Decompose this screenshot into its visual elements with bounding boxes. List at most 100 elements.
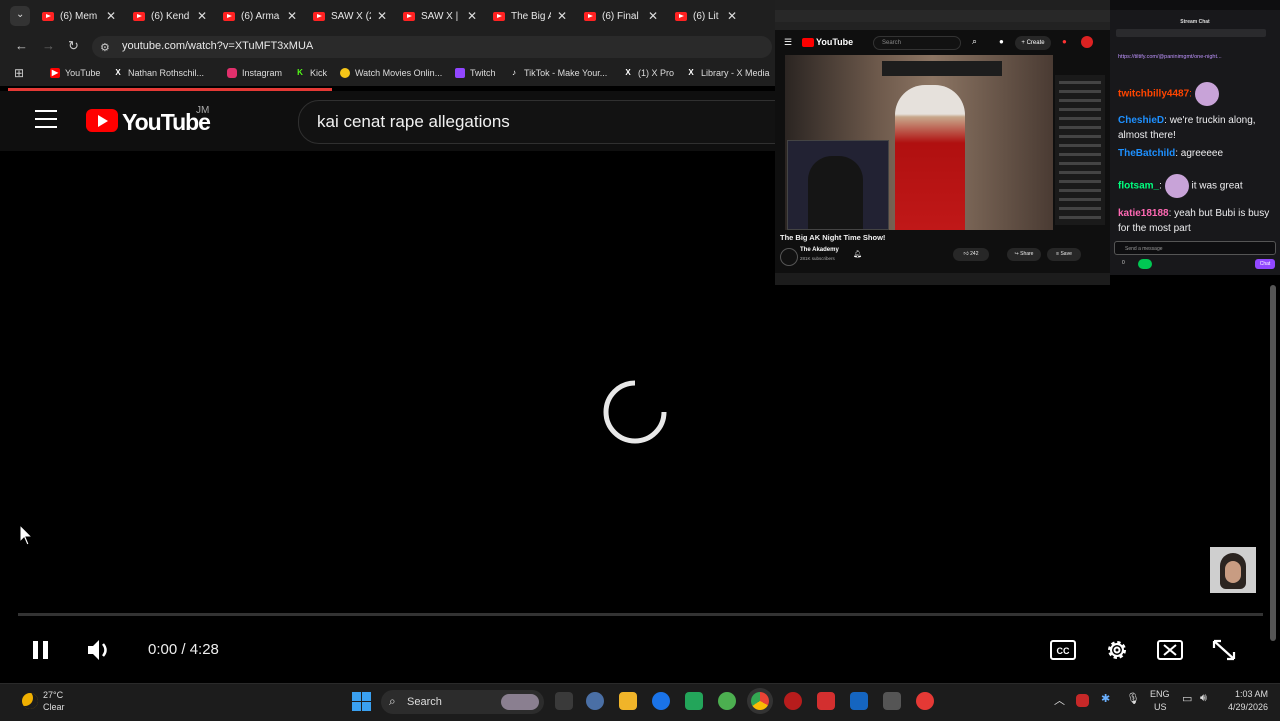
c-app-icon[interactable] — [652, 692, 670, 710]
bookmark-instagram[interactable]: Instagram — [227, 68, 282, 78]
chat-points-badge — [1138, 259, 1152, 269]
browser-tab[interactable]: SAW X (2 ✕ — [313, 4, 387, 28]
network-icon[interactable]: ▭ — [1182, 692, 1192, 705]
overlay-notification-icon: ● — [1062, 37, 1067, 46]
browser-tab[interactable]: (6) Final I ✕ — [584, 4, 658, 28]
browser-tab[interactable]: The Big A ✕ — [493, 4, 567, 28]
temperature[interactable]: 27°C — [43, 690, 63, 700]
chevron-down-icon: ⌄ — [16, 9, 25, 20]
settings-icon[interactable] — [586, 692, 604, 710]
overlay-video-title: The Big AK Night Time Show! — [780, 233, 886, 242]
editor-icon[interactable] — [883, 692, 901, 710]
weather-moon-icon[interactable] — [22, 693, 38, 709]
url-field[interactable]: ⚙ youtube.com/watch?v=XTuMFT3xMUA — [92, 36, 772, 58]
close-tab-icon[interactable]: ✕ — [287, 9, 297, 23]
taskbar-search[interactable]: ⌕ Search — [381, 690, 544, 714]
microphone-icon[interactable]: 🎙︎ — [1126, 692, 1140, 705]
bookmarks-bar: ⊞ ▶ YouTube X Nathan Rothschil... Instagra… — [0, 62, 775, 86]
volume-icon[interactable] — [86, 637, 114, 663]
menu-icon[interactable] — [35, 110, 57, 130]
apps-grid-icon[interactable]: ⊞ — [14, 66, 24, 80]
overlay-avatar — [1081, 36, 1093, 48]
clock-time[interactable]: 1:03 AM — [1228, 689, 1268, 699]
browser-tab[interactable]: (6) Mem ✕ — [42, 4, 116, 28]
search-highlight-icon — [501, 694, 539, 710]
bookmark-xpro[interactable]: X (1) X Pro — [623, 68, 674, 78]
x-icon: X — [625, 68, 631, 77]
youtube-favicon-icon — [42, 11, 54, 21]
overlay-browser-capture: ☰ YouTube Search ⌕ ● + Create ● The Big … — [775, 0, 1110, 285]
language-indicator[interactable]: ENG — [1150, 689, 1170, 699]
voicemeeter-icon[interactable] — [817, 692, 835, 710]
back-icon[interactable]: ← — [15, 38, 28, 53]
tab-search-dropdown[interactable]: ⌄ — [10, 6, 30, 26]
scrollbar[interactable] — [1270, 285, 1276, 641]
chrome-icon[interactable] — [751, 692, 769, 710]
bookmark-tiktok[interactable]: ♪ TikTok - Make Your... — [509, 68, 607, 78]
close-tab-icon[interactable]: ✕ — [727, 9, 737, 23]
instagram-icon — [227, 68, 237, 78]
tray-app-icon[interactable] — [1076, 694, 1089, 707]
miniplayer-icon[interactable] — [1156, 637, 1184, 663]
twitch-icon — [455, 68, 465, 78]
youtube-favicon-icon — [403, 11, 415, 21]
youtube-icon: ▶ — [50, 68, 60, 78]
region-indicator[interactable]: US — [1154, 702, 1167, 712]
video-progress-bar[interactable] — [18, 613, 1263, 616]
bookmark-library[interactable]: X Library - X Media — [686, 68, 769, 78]
record-app-icon[interactable] — [916, 692, 934, 710]
windows-start-icon[interactable] — [352, 692, 371, 711]
bookmark-twitch[interactable]: Twitch — [455, 68, 496, 78]
browser-tab[interactable]: SAW X | C✕ — [403, 4, 477, 28]
search-input[interactable]: kai cenat rape allegations — [298, 100, 790, 144]
site-info-icon[interactable]: ⚙ — [100, 41, 110, 54]
overlay-side-panel — [1055, 75, 1105, 225]
captions-icon[interactable]: CC — [1049, 637, 1077, 663]
close-tab-icon[interactable]: ✕ — [648, 9, 658, 23]
forward-icon[interactable]: → — [42, 38, 55, 53]
overlay-youtube-logo-icon — [802, 38, 814, 47]
media-app-icon[interactable] — [850, 692, 868, 710]
pause-icon[interactable] — [32, 637, 50, 663]
bookmark-youtube[interactable]: ▶ YouTube — [50, 68, 100, 78]
close-tab-icon[interactable]: ✕ — [557, 9, 567, 23]
bookmark-movies[interactable]: Watch Movies Onlin... — [340, 68, 442, 78]
close-tab-icon[interactable]: ✕ — [197, 9, 207, 23]
browser-tab[interactable]: (6) Arma ✕ — [223, 4, 297, 28]
volume-tray-icon[interactable]: 🔊︎ — [1200, 692, 1207, 705]
utorrent-icon[interactable] — [718, 692, 736, 710]
browser-tab[interactable]: (6) Lit ✕ — [675, 4, 737, 28]
clock-date[interactable]: 4/29/2026 — [1218, 702, 1268, 712]
file-explorer-icon[interactable] — [619, 692, 637, 710]
x-icon: X — [115, 68, 121, 77]
youtube-logo-icon[interactable] — [86, 109, 118, 132]
close-tab-icon[interactable]: ✕ — [467, 9, 477, 23]
weather-condition[interactable]: Clear — [43, 702, 65, 712]
close-tab-icon[interactable]: ✕ — [377, 9, 387, 23]
close-tab-icon[interactable]: ✕ — [106, 9, 116, 23]
chat-message: twitchbilly4487: — [1118, 82, 1278, 106]
overlay-mic-icon: ● — [999, 37, 1004, 46]
discord-icon[interactable] — [685, 692, 703, 710]
overlay-video-person — [895, 85, 965, 230]
tray-chevron-icon[interactable]: ︿ — [1054, 692, 1065, 708]
bluetooth-icon[interactable]: ✱ — [1101, 692, 1110, 705]
overlay-bookmarks — [775, 22, 1110, 30]
chat-message: TheBatchild: agreeeee — [1118, 148, 1224, 159]
chat-message: flotsam_: it was great — [1118, 174, 1278, 198]
overlay-save-button: ≡ Save — [1047, 248, 1081, 261]
overlay-streamer-webcam — [787, 140, 889, 230]
overlay-channel-avatar — [780, 248, 798, 266]
obs-icon[interactable] — [784, 692, 802, 710]
settings-gear-icon[interactable] — [1103, 637, 1131, 663]
bookmark-kick[interactable]: K Kick — [295, 68, 327, 78]
overlay-bell-icon: 🔔︎ — [853, 251, 862, 258]
fullscreen-icon[interactable] — [1210, 637, 1238, 663]
bookmark-nathan[interactable]: X Nathan Rothschil... — [113, 68, 204, 78]
task-view-icon[interactable] — [555, 692, 573, 710]
overlay-search: Search — [873, 36, 961, 50]
x-icon: X — [688, 68, 694, 77]
reload-icon[interactable]: ↻ — [68, 38, 79, 54]
browser-tab[interactable]: (6) Kend ✕ — [133, 4, 207, 28]
stream-chat-overlay: Stream Chat https://tiltify.com/@paninim… — [1110, 0, 1280, 275]
